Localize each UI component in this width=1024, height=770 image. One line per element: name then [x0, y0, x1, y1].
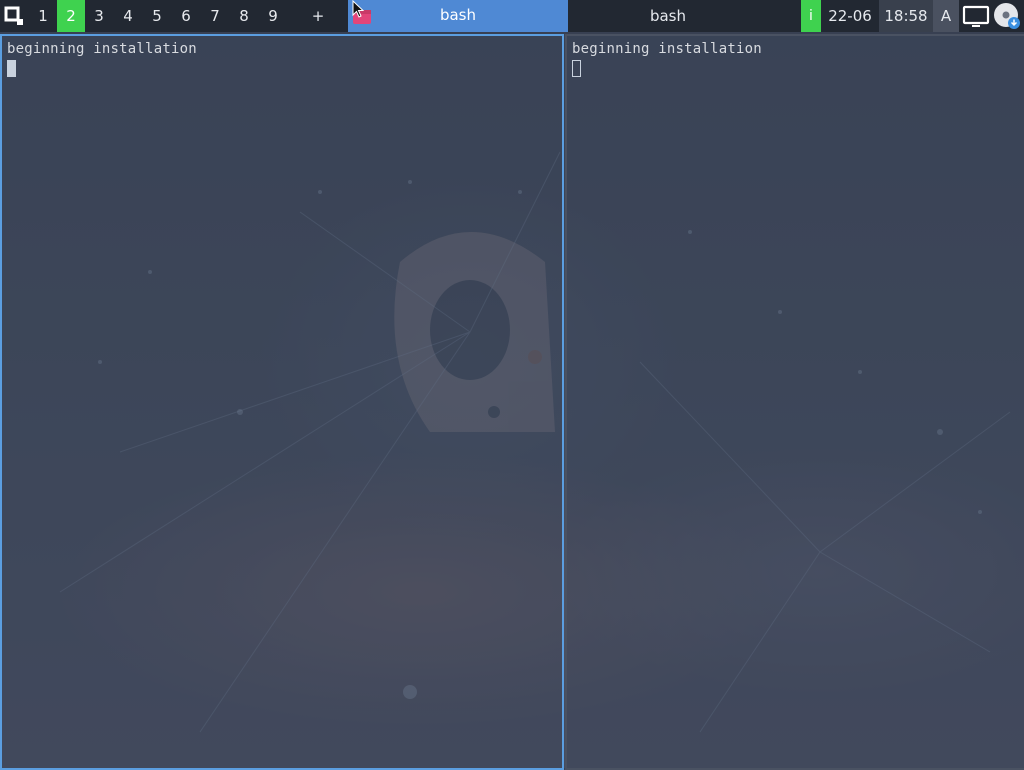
terminal-output: beginning installation	[7, 41, 197, 57]
disc-update-tray-button[interactable]	[992, 2, 1022, 30]
keyboard-layout-indicator[interactable]: A	[933, 0, 959, 32]
workspace-9[interactable]: 9	[259, 0, 287, 32]
date-display[interactable]: 22-06	[821, 0, 879, 32]
display-icon	[962, 5, 990, 27]
workspace-3[interactable]: 3	[85, 0, 113, 32]
clock[interactable]: 18:58	[879, 0, 933, 32]
terminal-output: beginning installation	[572, 41, 762, 57]
workspace-6[interactable]: 6	[172, 0, 200, 32]
terminal-pane-left[interactable]: beginning installation	[0, 34, 564, 770]
workspace-5[interactable]: 5	[143, 0, 171, 32]
task-bash[interactable]: bash	[568, 0, 768, 32]
workspace-7[interactable]: 7	[201, 0, 229, 32]
task-title: bash	[439, 6, 477, 24]
task-title: bash	[649, 7, 687, 25]
app-menu-button[interactable]	[0, 0, 28, 32]
workspace-8[interactable]: 8	[230, 0, 258, 32]
add-workspace-button[interactable]: +	[304, 0, 332, 32]
disc-update-icon	[994, 3, 1020, 29]
mouse-pointer-icon	[352, 0, 365, 18]
taskbar: 1 2 3 4 5 6 7 8 9 + bash bash i 22-06 18…	[0, 0, 1024, 32]
display-tray-button[interactable]	[961, 2, 991, 30]
terminal-pane-right[interactable]: beginning installation	[565, 34, 1024, 770]
workspace-4[interactable]: 4	[114, 0, 142, 32]
terminal-cursor	[572, 60, 581, 77]
workspace-2[interactable]: 2	[57, 0, 85, 32]
workspace-1[interactable]: 1	[29, 0, 57, 32]
info-indicator[interactable]: i	[801, 0, 821, 32]
terminal-cursor	[7, 60, 16, 77]
app-menu-icon	[4, 6, 23, 25]
task-bash-active[interactable]: bash	[348, 0, 568, 32]
